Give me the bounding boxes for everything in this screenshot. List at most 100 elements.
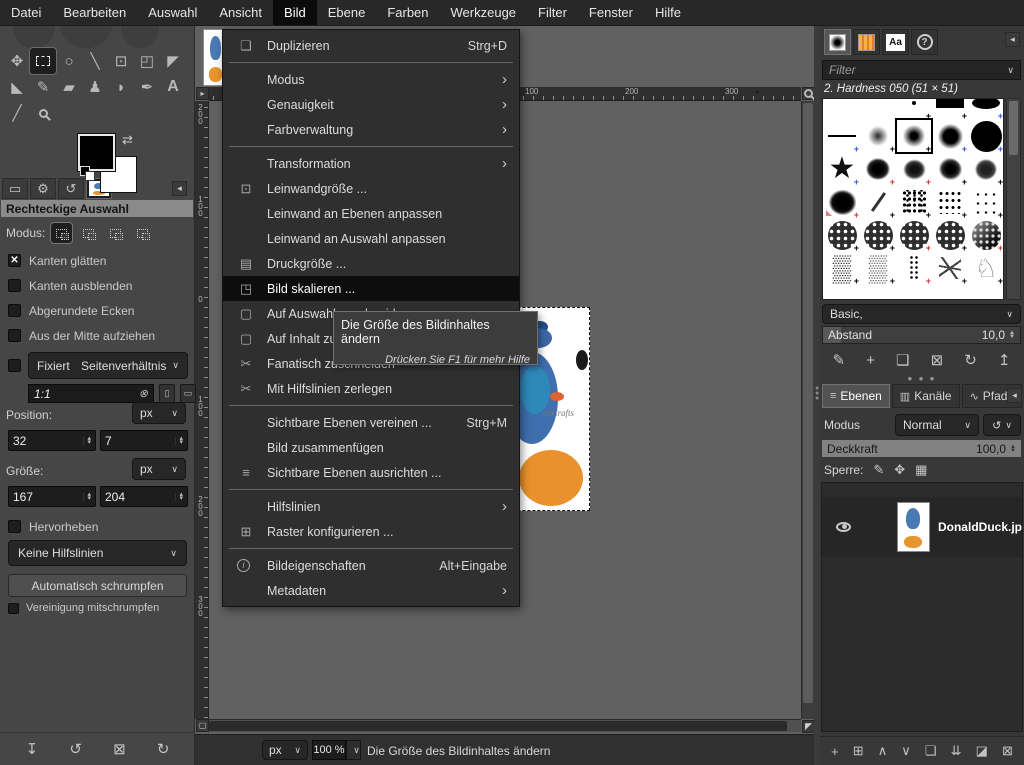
crop-tool[interactable]: ⊡ bbox=[108, 48, 134, 74]
brush-cell[interactable]: + bbox=[897, 98, 931, 119]
smudge-tool[interactable]: ◗ bbox=[108, 74, 134, 100]
brush-cell[interactable]: + bbox=[825, 186, 859, 218]
layer-visibility-eye-icon[interactable] bbox=[836, 522, 851, 532]
spinner-arrows-icon[interactable]: ▴▾ bbox=[175, 437, 183, 445]
zoom-tool[interactable] bbox=[30, 100, 56, 126]
brush-cell[interactable]: + bbox=[861, 153, 895, 185]
menu-sichtbare-ebenen-vereinen[interactable]: Sichtbare Ebenen vereinen ...Strg+M bbox=[223, 410, 519, 435]
clone-tool[interactable]: ♟ bbox=[82, 74, 108, 100]
new-layer-button[interactable]: + bbox=[831, 744, 839, 759]
opacity-slider[interactable]: Deckkraft 100,0 ▲▼ bbox=[822, 440, 1021, 457]
layer-row[interactable]: DonaldDuck.jp bbox=[822, 497, 1022, 557]
refresh-brushes-button[interactable]: ↻ bbox=[964, 351, 977, 369]
handle-transform-tool[interactable]: ◤ bbox=[160, 48, 186, 74]
menubar-item-filter[interactable]: Filter bbox=[527, 0, 578, 25]
menu-duplizieren[interactable]: ❏DuplizierenStrg+D bbox=[223, 33, 519, 58]
tab-brushes[interactable] bbox=[824, 29, 851, 55]
color-picker-tool[interactable]: ╱ bbox=[4, 100, 30, 126]
position-x-spinner[interactable]: 32 ▴▾ bbox=[8, 430, 96, 451]
brush-cell[interactable]: + bbox=[969, 153, 1003, 185]
swap-colors-icon[interactable]: ⇄ bbox=[122, 132, 133, 148]
brush-cell[interactable]: + bbox=[861, 120, 895, 152]
brush-cell[interactable]: ♘+ bbox=[969, 252, 1003, 284]
menu-hilfslinien[interactable]: Hilfslinien› bbox=[223, 494, 519, 519]
layer-thumbnail[interactable] bbox=[897, 502, 930, 552]
menu-mit-hilfslinien-zerlegen[interactable]: ✂Mit Hilfslinien zerlegen bbox=[223, 376, 519, 401]
tab-undo-history[interactable]: ↺ bbox=[58, 178, 84, 199]
dock-collapse-button[interactable]: ◂ bbox=[1005, 32, 1020, 47]
restore-preset-button[interactable]: ↺ bbox=[69, 740, 82, 758]
bucket-fill-tool[interactable]: ◣ bbox=[4, 74, 30, 100]
brush-cell[interactable]: + bbox=[861, 219, 895, 251]
menu-bild-zusammenfuegen[interactable]: Bild zusammenfügen bbox=[223, 435, 519, 460]
brush-cell[interactable] bbox=[825, 98, 859, 119]
add-layer-mask-button[interactable]: ◪ bbox=[976, 743, 988, 759]
panel-divider[interactable]: ●●● bbox=[814, 26, 820, 765]
move-tool[interactable]: ✥ bbox=[4, 48, 30, 74]
menu-farbverwaltung[interactable]: Farbverwaltung› bbox=[223, 117, 519, 142]
spinner-arrows-icon[interactable]: ▴▾ bbox=[83, 493, 91, 501]
replace-mode-button[interactable] bbox=[51, 223, 72, 243]
menubar-item-hilfe[interactable]: Hilfe bbox=[644, 0, 692, 25]
tab-ebenen[interactable]: ≡Ebenen bbox=[822, 384, 890, 408]
intersect-mode-button[interactable] bbox=[132, 223, 153, 243]
brush-cell[interactable]: + bbox=[933, 252, 967, 284]
lock-pixels-button[interactable]: ✎ bbox=[873, 462, 884, 478]
reset-defaults-button[interactable]: ↻ bbox=[157, 740, 170, 758]
unified-transform-tool[interactable]: ◰ bbox=[134, 48, 160, 74]
position-unit-dropdown[interactable]: px ∨ bbox=[132, 402, 186, 424]
delete-preset-button[interactable]: ⊠ bbox=[113, 740, 126, 758]
brush-cell[interactable]: ▒+ bbox=[861, 252, 895, 284]
brush-cell[interactable]: + bbox=[933, 120, 967, 152]
brush-cell[interactable]: + bbox=[897, 186, 931, 218]
brush-cell[interactable]: + bbox=[969, 120, 1003, 152]
text-tool[interactable]: A bbox=[160, 74, 186, 100]
duplicate-layer-button[interactable]: ❏ bbox=[925, 743, 937, 759]
brush-cell[interactable]: + bbox=[969, 219, 1003, 251]
menubar-item-fenster[interactable]: Fenster bbox=[578, 0, 644, 25]
kanten-glaetten-checkbox[interactable]: ✕Kanten glätten bbox=[8, 248, 188, 273]
menu-raster-konfigurieren[interactable]: ⊞Raster konfigurieren ... bbox=[223, 519, 519, 544]
brush-cell[interactable]: ★+ bbox=[825, 153, 859, 185]
size-height-spinner[interactable]: 204 ▴▾ bbox=[100, 486, 188, 507]
clear-icon[interactable]: ⊗ bbox=[139, 387, 148, 400]
brush-cell[interactable]: + bbox=[933, 219, 967, 251]
add-mode-button[interactable] bbox=[78, 223, 99, 243]
dock-collapse-button[interactable]: ◂ bbox=[1007, 388, 1022, 403]
horizontal-scrollbar-thumb[interactable] bbox=[209, 721, 787, 731]
layer-mode-switch-button[interactable]: ↺ ∨ bbox=[983, 414, 1021, 436]
brush-filter-input[interactable]: Filter ∨ bbox=[822, 60, 1021, 80]
brush-cell[interactable]: + bbox=[897, 219, 931, 251]
menubar-item-auswahl[interactable]: Auswahl bbox=[137, 0, 208, 25]
brush-cell[interactable]: + bbox=[933, 98, 967, 119]
scrollbar-thumb[interactable] bbox=[1009, 101, 1018, 155]
dock-grip-handle[interactable]: ● ● ● bbox=[820, 374, 1024, 383]
menu-transformation[interactable]: Transformation› bbox=[223, 151, 519, 176]
auto-shrink-button[interactable]: Automatisch schrumpfen bbox=[8, 574, 187, 597]
menubar-item-farben[interactable]: Farben bbox=[376, 0, 439, 25]
menu-genauigkeit[interactable]: Genauigkeit› bbox=[223, 92, 519, 117]
spinner-arrows-icon[interactable]: ▴▾ bbox=[175, 493, 183, 501]
brush-cell[interactable]: + bbox=[861, 186, 895, 218]
dock-collapse-button[interactable]: ◂ bbox=[172, 181, 187, 196]
brush-cell[interactable]: + bbox=[825, 219, 859, 251]
merge-down-button[interactable]: ⇊ bbox=[951, 743, 962, 759]
menubar-item-datei[interactable]: Datei bbox=[0, 0, 52, 25]
subtract-mode-button[interactable] bbox=[105, 223, 126, 243]
delete-layer-button[interactable]: ⊠ bbox=[1002, 743, 1013, 759]
brush-cell[interactable] bbox=[861, 98, 895, 119]
tab-kanäle[interactable]: ▥Kanäle bbox=[892, 384, 960, 408]
save-preset-button[interactable]: ↧ bbox=[26, 740, 39, 758]
menubar-item-ebene[interactable]: Ebene bbox=[317, 0, 377, 25]
menu-leinwand-an-auswahl[interactable]: Leinwand an Auswahl anpassen bbox=[223, 226, 519, 251]
layer-name[interactable]: DonaldDuck.jp bbox=[938, 520, 1022, 534]
brush-tag-dropdown[interactable]: Basic, ∨ bbox=[822, 304, 1021, 324]
menu-leinwand-an-ebenen[interactable]: Leinwand an Ebenen anpassen bbox=[223, 201, 519, 226]
duplicate-brush-button[interactable]: ❏ bbox=[896, 351, 909, 369]
tab-tool-options[interactable]: ⚙ bbox=[30, 178, 56, 199]
lower-layer-button[interactable]: ∨ bbox=[901, 743, 911, 759]
size-unit-dropdown[interactable]: px ∨ bbox=[132, 458, 186, 480]
unit-dropdown[interactable]: px ∨ bbox=[262, 740, 308, 760]
kanten-ausblenden-checkbox[interactable]: Kanten ausblenden bbox=[8, 273, 188, 298]
spinner-arrows-icon[interactable]: ▲▼ bbox=[1010, 445, 1016, 453]
